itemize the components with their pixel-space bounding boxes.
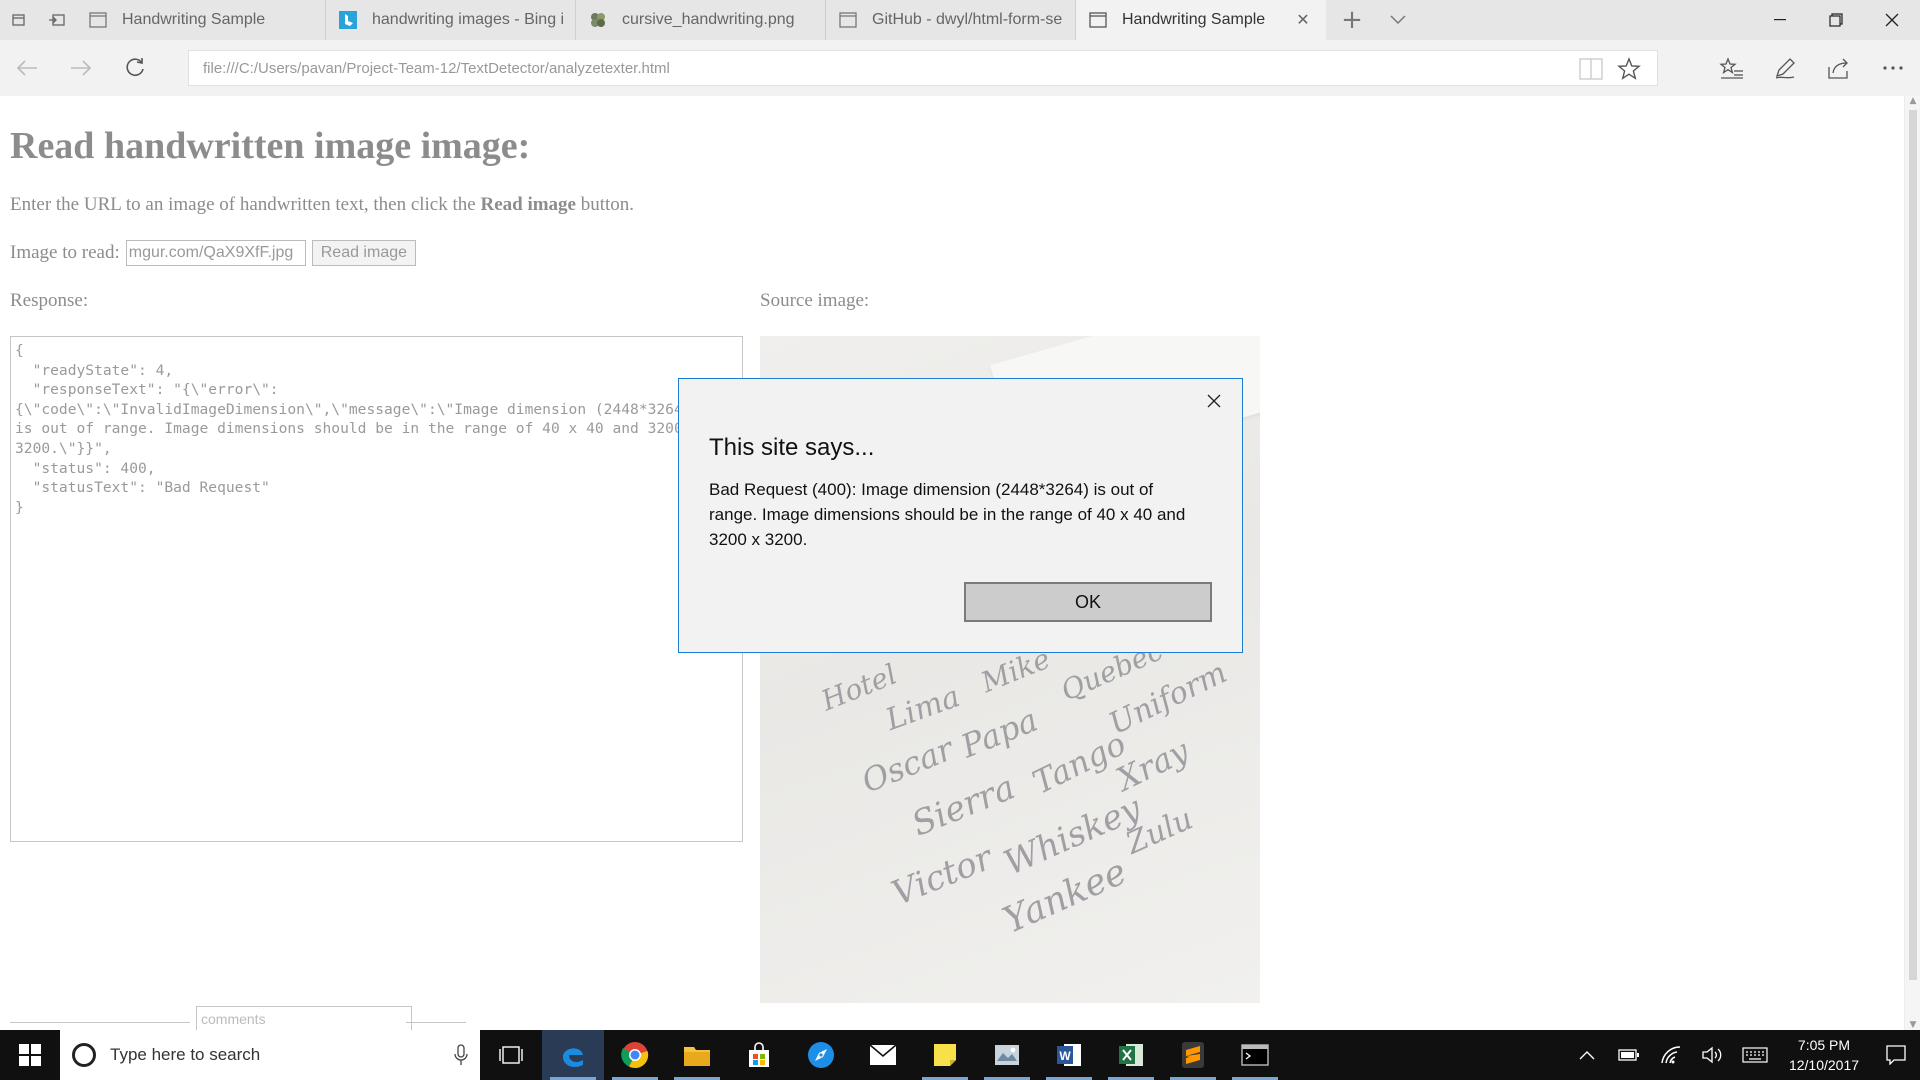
ok-button[interactable]: OK: [964, 582, 1212, 622]
tabs-aside-icon[interactable]: [0, 0, 38, 40]
scroll-up-icon[interactable]: ▲: [1905, 96, 1920, 106]
sublime-text-icon[interactable]: [1162, 1030, 1224, 1080]
tab-label: cursive_handwriting.png: [622, 11, 795, 28]
clock-date: 12/10/2017: [1788, 1057, 1860, 1073]
page-scrollbar[interactable]: ▲ ▼: [1904, 96, 1920, 1030]
page-icon: [88, 10, 108, 30]
battery-icon[interactable]: [1608, 1030, 1650, 1080]
alert-dialog: This site says... Bad Request (400): Ima…: [678, 378, 1243, 653]
address-bar[interactable]: file:///C:/Users/pavan/Project-Team-12/T…: [188, 50, 1658, 86]
handwritten-word: Papa: [955, 700, 1043, 766]
image-url-input[interactable]: [125, 240, 306, 266]
chevron-down-icon[interactable]: [1378, 0, 1418, 40]
handwritten-word: Victor: [886, 837, 998, 915]
comments-input[interactable]: comments: [196, 1006, 412, 1030]
tab-handwriting-sample-1[interactable]: Handwriting Sample: [76, 0, 326, 40]
safari-icon[interactable]: [790, 1030, 852, 1080]
more-options-icon[interactable]: [1866, 40, 1920, 96]
clock[interactable]: 7:05 PM 12/10/2017: [1776, 1035, 1872, 1075]
microphone-icon[interactable]: [454, 1044, 468, 1070]
svg-text:W: W: [1059, 1049, 1071, 1063]
file-explorer-icon[interactable]: [666, 1030, 728, 1080]
window-controls: [1752, 0, 1920, 40]
search-placeholder: Type here to search: [110, 1045, 261, 1064]
refresh-icon[interactable]: [108, 40, 162, 96]
volume-icon[interactable]: [1692, 1030, 1734, 1080]
web-note-icon[interactable]: [1758, 40, 1812, 96]
command-prompt-icon[interactable]: [1224, 1030, 1286, 1080]
windows-start-icon[interactable]: [0, 1030, 60, 1080]
chrome-icon[interactable]: [604, 1030, 666, 1080]
word-icon[interactable]: W: [1038, 1030, 1100, 1080]
wifi-icon[interactable]: [1650, 1030, 1692, 1080]
forward-icon[interactable]: [54, 40, 108, 96]
close-tab-icon[interactable]: ✕: [1292, 10, 1314, 30]
response-label: Response:: [10, 290, 89, 311]
navigation-bar: file:///C:/Users/pavan/Project-Team-12/T…: [0, 40, 1920, 96]
restore-icon[interactable]: [1808, 0, 1864, 40]
image-url-label: Image to read:: [10, 242, 120, 263]
dialog-title: This site says...: [709, 434, 875, 461]
bottom-inputs: comments: [10, 1006, 510, 1030]
toolbar-right: [1704, 40, 1920, 96]
excel-icon[interactable]: [1100, 1030, 1162, 1080]
tab-github[interactable]: GitHub - dwyl/html-form-se: [826, 0, 1076, 40]
favorite-star-icon[interactable]: [1617, 57, 1641, 85]
tab-handwriting-sample-active[interactable]: Handwriting Sample ✕: [1076, 0, 1326, 40]
bottom-field-right[interactable]: [406, 1022, 466, 1030]
store-icon[interactable]: [728, 1030, 790, 1080]
url-text[interactable]: file:///C:/Users/pavan/Project-Team-12/T…: [203, 60, 670, 77]
image-icon: [588, 10, 608, 30]
bing-icon: [338, 10, 358, 30]
instruction-bold: Read image: [480, 194, 576, 215]
minimize-icon[interactable]: [1752, 0, 1808, 40]
back-icon[interactable]: [0, 40, 54, 96]
photos-icon[interactable]: [976, 1030, 1038, 1080]
reading-view-icon[interactable]: [1579, 58, 1603, 84]
share-icon[interactable]: [1812, 40, 1866, 96]
source-image-label: Source image:: [760, 290, 870, 311]
bottom-field-left[interactable]: [10, 1022, 190, 1030]
keyboard-icon[interactable]: [1734, 1030, 1776, 1080]
clock-time: 7:05 PM: [1797, 1037, 1851, 1053]
response-textarea[interactable]: { "readyState": 4, "responseText": "{\"e…: [10, 336, 743, 842]
tab-label: Handwriting Sample: [1122, 11, 1266, 28]
edge-icon[interactable]: [542, 1030, 604, 1080]
image-url-row: Image to read: Read image: [10, 240, 417, 266]
instruction-pre: Enter the URL to an image of handwritten…: [10, 194, 481, 215]
page-icon: [1088, 10, 1108, 30]
taskbar: Type here to search W 7:05 PM 12/10/2017: [0, 1030, 1920, 1080]
instruction-post: button.: [575, 194, 635, 215]
page-icon: [838, 10, 858, 30]
scroll-down-icon[interactable]: ▼: [1905, 1020, 1920, 1030]
tab-bing-images[interactable]: handwriting images - Bing i: [326, 0, 576, 40]
tab-label: GitHub - dwyl/html-form-se: [872, 11, 1063, 28]
new-tab-icon[interactable]: +: [1326, 0, 1378, 40]
close-window-icon[interactable]: [1864, 0, 1920, 40]
tab-cursive-handwriting[interactable]: cursive_handwriting.png: [576, 0, 826, 40]
page-title: Read handwritten image image:: [10, 125, 531, 167]
favorites-hub-icon[interactable]: [1704, 40, 1758, 96]
cortana-icon[interactable]: [72, 1043, 96, 1067]
read-image-button[interactable]: Read image: [311, 240, 417, 266]
system-tray: 7:05 PM 12/10/2017: [1566, 1030, 1920, 1080]
sticky-notes-icon[interactable]: [914, 1030, 976, 1080]
show-hidden-icons-icon[interactable]: [1566, 1030, 1608, 1080]
instruction-text: Enter the URL to an image of handwritten…: [10, 194, 634, 216]
close-dialog-icon[interactable]: [1204, 391, 1224, 411]
set-tabs-aside-icon[interactable]: [38, 0, 76, 40]
task-view-icon[interactable]: [480, 1030, 542, 1080]
dialog-message: Bad Request (400): Image dimension (2448…: [709, 480, 1186, 549]
tab-strip: Handwriting Sample handwriting images - …: [0, 0, 1920, 40]
action-center-icon[interactable]: [1872, 1030, 1920, 1080]
handwritten-word: Oscar: [856, 729, 959, 801]
scrollbar-thumb[interactable]: [1909, 110, 1917, 980]
taskbar-search[interactable]: Type here to search: [60, 1030, 480, 1080]
tab-label: Handwriting Sample: [122, 11, 266, 28]
tab-label: handwriting images - Bing i: [372, 11, 563, 28]
mail-icon[interactable]: [852, 1030, 914, 1080]
